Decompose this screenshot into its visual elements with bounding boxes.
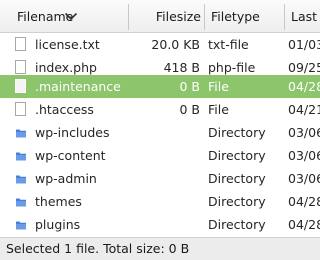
table-row[interactable]: .htaccess 0 B File 04/21 — [0, 98, 320, 121]
file-name: wp-content — [35, 148, 106, 163]
folder-icon — [16, 221, 26, 230]
table-row[interactable]: wp-admin Directory 03/06 — [0, 167, 320, 190]
file-name: plugins — [35, 217, 81, 232]
file-icon — [15, 79, 26, 93]
table-row[interactable]: plugins Directory 04/28 — [0, 213, 320, 236]
file-date: 04/21 — [288, 102, 320, 117]
status-bar: Selected 1 file. Total size: 0 B — [0, 237, 320, 260]
filesize-column-header[interactable]: Filesize — [129, 0, 204, 32]
filetype-column-label: Filetype — [211, 9, 260, 24]
file-date: 04/28 — [288, 79, 320, 94]
file-name: wp-includes — [35, 125, 110, 140]
file-type: txt-file — [208, 37, 249, 52]
file-date: 04/28 — [288, 194, 320, 209]
file-icon — [15, 37, 26, 51]
file-type: File — [208, 102, 229, 117]
file-type: Directory — [208, 217, 266, 232]
column-header-bar: Filename Filesize Filetype Last m — [0, 0, 320, 33]
file-date: 03/06 — [288, 148, 320, 163]
table-row[interactable]: wp-content Directory 03/06 — [0, 144, 320, 167]
file-icon — [15, 102, 26, 116]
status-text: Selected 1 file. Total size: 0 B — [6, 241, 190, 256]
file-icon — [15, 60, 26, 74]
file-size: 0 B — [179, 102, 200, 117]
table-row[interactable]: themes Directory 04/28 — [0, 190, 320, 213]
table-row-selected[interactable]: .maintenance 0 B File 04/28 — [0, 75, 320, 98]
last-modified-column-label: Last m — [291, 9, 320, 24]
table-row[interactable]: license.txt 20.0 KB txt-file 01/03 — [0, 33, 320, 56]
chevron-down-icon — [64, 12, 78, 21]
folder-icon — [16, 198, 26, 207]
file-date: 03/06 — [288, 171, 320, 186]
file-type: Directory — [208, 171, 266, 186]
file-name: .maintenance — [35, 79, 121, 94]
filesize-column-label: Filesize — [155, 9, 201, 24]
file-name: wp-admin — [35, 171, 97, 186]
file-name: themes — [35, 194, 82, 209]
file-type: Directory — [208, 125, 266, 140]
file-size: 20.0 KB — [151, 37, 200, 52]
folder-icon — [16, 152, 26, 161]
file-name: license.txt — [35, 37, 100, 52]
table-row[interactable]: wp-includes Directory 03/06 — [0, 121, 320, 144]
file-type: File — [208, 79, 229, 94]
file-type: Directory — [208, 148, 266, 163]
file-date: 03/06 — [288, 125, 320, 140]
last-modified-column-header[interactable]: Last m — [285, 0, 320, 32]
file-date: 01/03 — [288, 37, 320, 52]
filetype-column-header[interactable]: Filetype — [205, 0, 284, 32]
folder-icon — [16, 129, 26, 138]
folder-icon — [16, 175, 26, 184]
file-date: 04/28 — [288, 217, 320, 232]
file-type: Directory — [208, 194, 266, 209]
file-size: 0 B — [179, 79, 200, 94]
file-list[interactable]: license.txt 20.0 KB txt-file 01/03 index… — [0, 33, 320, 237]
filename-column-header[interactable]: Filename — [0, 0, 128, 32]
file-name: .htaccess — [35, 102, 94, 117]
